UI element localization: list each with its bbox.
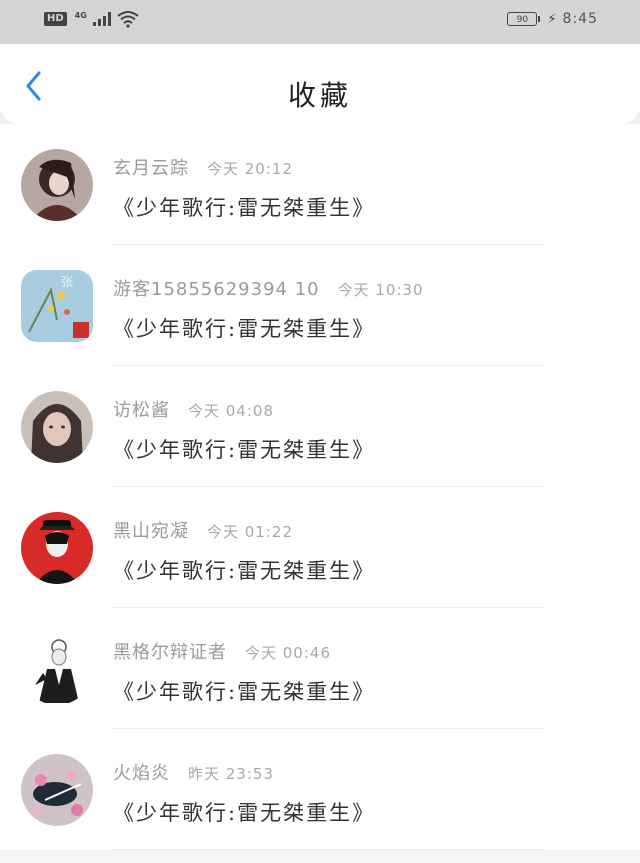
avatar[interactable]	[21, 633, 93, 705]
clock: 8:45	[562, 11, 598, 27]
list-item[interactable]: 访松酱 今天 04:08 《少年歌行:雷无桀重生》	[0, 366, 640, 487]
timestamp: 今天 04:08	[188, 402, 274, 420]
hd-badge: HD	[44, 12, 67, 26]
timestamp: 今天 20:12	[207, 160, 293, 178]
username[interactable]: 访松酱	[113, 396, 170, 422]
header: 收藏	[0, 44, 640, 124]
network-type: 4G	[74, 10, 87, 20]
post-title[interactable]: 《少年歌行:雷无桀重生》	[113, 555, 375, 585]
battery-icon: 90	[507, 12, 541, 26]
list-item[interactable]: 玄月云踪 今天 20:12 《少年歌行:雷无桀重生》	[0, 124, 640, 245]
avatar[interactable]	[21, 391, 93, 463]
item-meta: 玄月云踪 今天 20:12	[113, 154, 293, 180]
charging-icon: ⚡	[547, 11, 557, 27]
username[interactable]: 玄月云踪	[113, 154, 189, 180]
page-title: 收藏	[287, 79, 352, 112]
status-left: HD 4G	[44, 10, 139, 28]
username[interactable]: 黑格尔辩证者	[113, 638, 227, 664]
username[interactable]: 黑山宛凝	[113, 517, 189, 543]
avatar[interactable]: 张	[21, 270, 93, 342]
username[interactable]: 游客15855629394 10	[113, 275, 320, 301]
item-meta: 火焰炎 昨天 23:53	[113, 759, 274, 785]
list-item[interactable]: 火焰炎 昨天 23:53 《少年歌行:雷无桀重生》	[0, 729, 640, 850]
wifi-icon	[117, 11, 139, 28]
list-item[interactable]: 黑格尔辩证者 今天 00:46 《少年歌行:雷无桀重生》	[0, 608, 640, 729]
svg-text:张: 张	[61, 275, 73, 289]
item-meta: 访松酱 今天 04:08	[113, 396, 274, 422]
status-right: 90 ⚡ 8:45	[507, 11, 598, 27]
avatar[interactable]	[21, 512, 93, 584]
favorites-list: 玄月云踪 今天 20:12 《少年歌行:雷无桀重生》 张 游客158556293…	[0, 124, 640, 850]
timestamp: 今天 01:22	[207, 523, 293, 541]
timestamp: 今天 00:46	[245, 644, 331, 662]
post-title[interactable]: 《少年歌行:雷无桀重生》	[113, 676, 375, 706]
list-item[interactable]: 黑山宛凝 今天 01:22 《少年歌行:雷无桀重生》	[0, 487, 640, 608]
signal-icon	[92, 12, 111, 26]
timestamp: 昨天 23:53	[188, 765, 274, 783]
post-title[interactable]: 《少年歌行:雷无桀重生》	[113, 434, 375, 464]
avatar[interactable]	[21, 754, 93, 826]
list-item[interactable]: 张 游客15855629394 10 今天 10:30 《少年歌行:雷无桀重生》	[0, 245, 640, 366]
item-meta: 黑山宛凝 今天 01:22	[113, 517, 293, 543]
post-title[interactable]: 《少年歌行:雷无桀重生》	[113, 797, 375, 827]
post-title[interactable]: 《少年歌行:雷无桀重生》	[113, 192, 375, 222]
status-bar: HD 4G 90 ⚡ 8:45	[0, 0, 640, 44]
item-meta: 黑格尔辩证者 今天 00:46	[113, 638, 331, 664]
item-meta: 游客15855629394 10 今天 10:30	[113, 275, 424, 301]
timestamp: 今天 10:30	[337, 281, 424, 299]
avatar[interactable]	[21, 149, 93, 221]
post-title[interactable]: 《少年歌行:雷无桀重生》	[113, 313, 375, 343]
username[interactable]: 火焰炎	[113, 759, 170, 785]
divider	[112, 849, 544, 850]
